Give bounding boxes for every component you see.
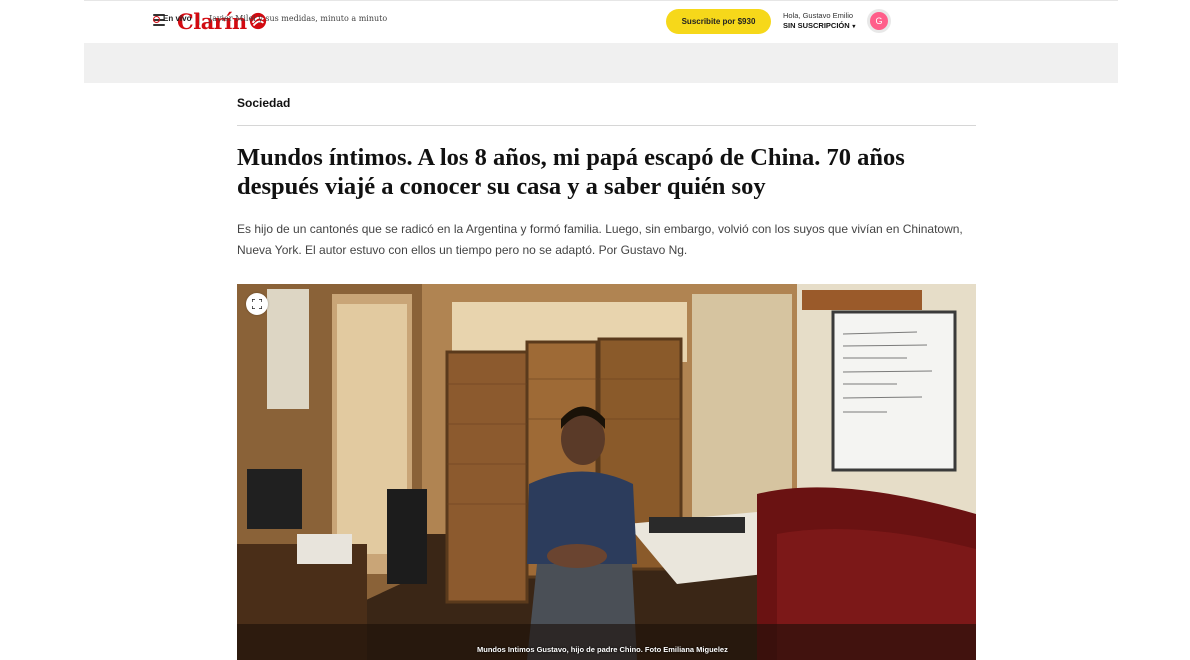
live-news-link[interactable]: Javier Milei y sus medidas, minuto a min… [209, 14, 387, 23]
live-label: En vivo [163, 14, 192, 23]
image-caption: Mundos Intimos Gustavo, hijo de padre Ch… [477, 645, 728, 654]
section-divider [237, 125, 976, 126]
live-divider [199, 13, 200, 25]
article-headline: Mundos íntimos. A los 8 años, mi papá es… [237, 144, 905, 200]
section-label[interactable]: Sociedad [237, 96, 290, 110]
user-greeting: Hola, Gustavo Emilio [783, 11, 854, 20]
subscribe-button[interactable]: Suscribite por $930 [666, 9, 771, 34]
photo-illustration [237, 284, 976, 660]
article-photo[interactable] [237, 284, 976, 660]
user-menu[interactable]: Hola, Gustavo Emilio SIN SUSCRIPCIÓN ▾ [783, 11, 873, 32]
expand-corners-icon [252, 299, 262, 309]
article-summary: Es hijo de un cantonés que se radicó en … [237, 222, 963, 257]
live-indicator-icon [153, 16, 160, 23]
subscription-status[interactable]: SIN SUSCRIPCIÓN ▾ [783, 21, 873, 32]
avatar-initial: G [870, 12, 888, 30]
subscription-status-text: SIN SUSCRIPCIÓN [783, 21, 850, 30]
page: Clarín Suscribite por $930 Hola, Gustavo… [0, 0, 1190, 660]
caret-down-icon: ▾ [850, 24, 856, 30]
live-bar [84, 43, 1118, 83]
expand-icon[interactable] [246, 293, 268, 315]
avatar[interactable]: G [867, 9, 891, 33]
